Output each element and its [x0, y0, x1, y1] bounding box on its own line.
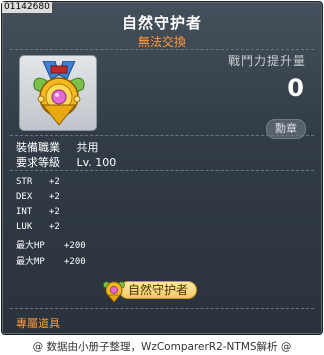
combat-power-label: 戰鬥力提升量: [227, 54, 306, 68]
divider: [10, 308, 314, 309]
medal-tag: 自然守护者: [101, 277, 199, 303]
stat-label: DEX: [16, 192, 33, 202]
stat-value: +2: [49, 192, 60, 202]
stat-row: 最大HP +200: [16, 238, 86, 251]
stat-value: +2: [49, 177, 60, 187]
stat-value: +200: [64, 241, 86, 251]
stat-row: LUK +2: [16, 222, 60, 232]
stat-label: 最大MP: [16, 257, 45, 267]
exclusive-item-label: 專屬道具: [16, 317, 60, 330]
stat-value: +2: [49, 207, 60, 217]
requirement-value: Lv. 100: [76, 156, 117, 169]
requirement-label: 要求等級: [16, 156, 60, 169]
item-icon-frame: [19, 55, 97, 131]
nature-guardian-medal-icon: [33, 61, 85, 126]
stat-label: LUK: [16, 222, 33, 232]
stat-label: 最大HP: [16, 241, 45, 251]
divider: [10, 170, 314, 171]
requirement-row: 裝備職業 共用: [16, 139, 99, 155]
combat-power-value: 0: [287, 74, 304, 102]
trade-status: 無法交換: [137, 35, 186, 49]
medal-emblem-icon: [103, 281, 125, 303]
stat-row: INT +2: [16, 207, 60, 217]
item-title: 自然守护者: [121, 14, 202, 32]
stat-row: DEX +2: [16, 192, 60, 202]
stat-value: +200: [64, 257, 86, 267]
requirement-label: 裝備職業: [16, 141, 60, 154]
stat-label: STR: [16, 177, 33, 187]
footer-credit: @ 数据由小册子整理，WzComparerR2-NTMS解析 @: [32, 341, 292, 353]
divider: [10, 49, 314, 50]
requirement-value: 共用: [76, 141, 99, 154]
medal-tag-label: 自然守护者: [119, 281, 197, 299]
medal-button[interactable]: 勳章: [266, 119, 306, 139]
stat-row: 最大MP +200: [16, 254, 86, 267]
stat-row: STR +2: [16, 177, 60, 187]
stat-label: INT: [16, 207, 33, 217]
requirement-row: 要求等級 Lv. 100: [16, 154, 116, 170]
stat-value: +2: [49, 222, 60, 232]
divider: [10, 135, 314, 136]
item-tooltip: 01142680 自然守护者 無法交換 戰鬥力提升量 0 勳章 裝備職業 共用 …: [1, 1, 323, 335]
